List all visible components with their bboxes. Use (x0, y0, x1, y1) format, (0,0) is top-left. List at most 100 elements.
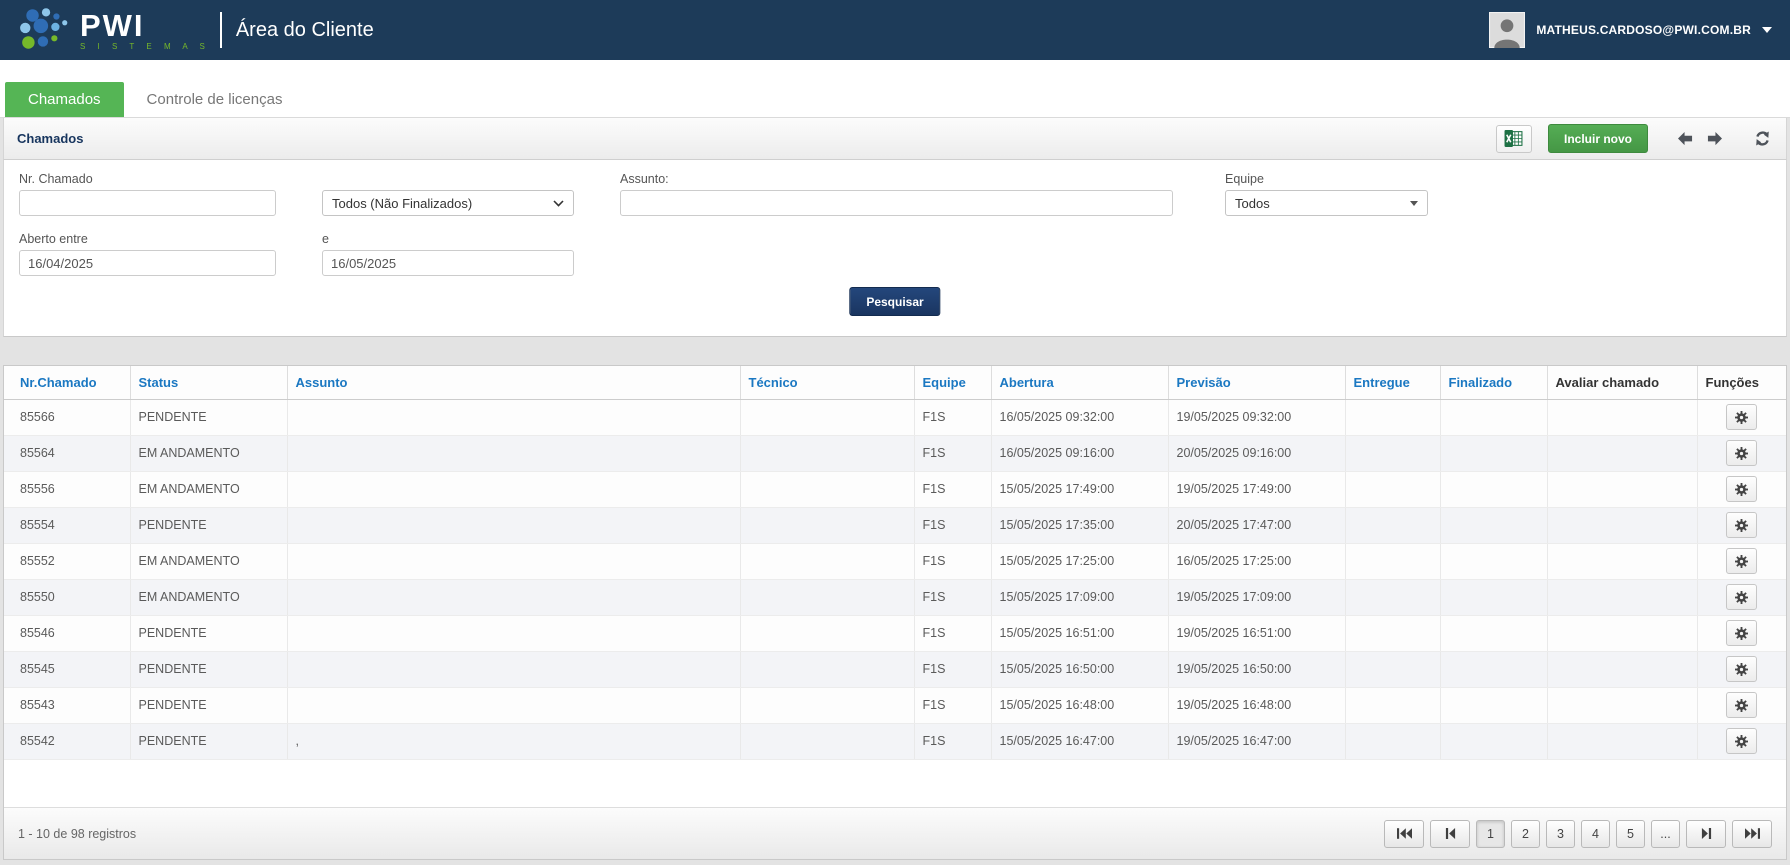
tab-chamados[interactable]: Chamados (5, 82, 124, 117)
cell-status: EM ANDAMENTO (130, 543, 287, 579)
table-row[interactable]: 85543 PENDENTE F1S 15/05/2025 16:48:00 1… (4, 687, 1786, 723)
last-page-button[interactable] (1732, 820, 1772, 848)
e-label: e (322, 232, 329, 246)
table-row[interactable]: 85554 PENDENTE F1S 15/05/2025 17:35:00 2… (4, 507, 1786, 543)
cell-status: PENDENTE (130, 615, 287, 651)
cell-assunto (287, 615, 740, 651)
cell-funcoes (1697, 651, 1786, 687)
functions-button[interactable] (1726, 692, 1757, 718)
data-inicio-input[interactable] (19, 250, 276, 276)
ellipsis-page-button[interactable]: ... (1651, 820, 1680, 848)
col-header-equipe[interactable]: Equipe (914, 366, 991, 399)
col-header-tecnico[interactable]: Técnico (740, 366, 914, 399)
functions-button[interactable] (1726, 548, 1757, 574)
page-button-3[interactable]: 3 (1546, 820, 1575, 848)
first-page-button[interactable] (1384, 820, 1424, 848)
table-row[interactable]: 85556 EM ANDAMENTO F1S 15/05/2025 17:49:… (4, 471, 1786, 507)
table-row[interactable]: 85550 EM ANDAMENTO F1S 15/05/2025 17:09:… (4, 579, 1786, 615)
assunto-input[interactable] (620, 190, 1173, 216)
table-row[interactable]: 85546 PENDENTE F1S 15/05/2025 16:51:00 1… (4, 615, 1786, 651)
functions-button[interactable] (1726, 404, 1757, 430)
nav-back-button[interactable] (1674, 129, 1697, 148)
refresh-button[interactable] (1752, 128, 1773, 149)
avatar (1489, 12, 1525, 48)
cell-abertura: 15/05/2025 16:47:00 (991, 723, 1168, 759)
cell-avaliar-chamado (1547, 507, 1697, 543)
table-row[interactable]: 85542 PENDENTE , F1S 15/05/2025 16:47:00… (4, 723, 1786, 759)
col-header-previsao[interactable]: Previsão (1168, 366, 1345, 399)
cell-tecnico (740, 615, 914, 651)
functions-button[interactable] (1726, 512, 1757, 538)
cell-avaliar-chamado (1547, 399, 1697, 435)
table-row[interactable]: 85545 PENDENTE F1S 15/05/2025 16:50:00 1… (4, 651, 1786, 687)
functions-button[interactable] (1726, 728, 1757, 754)
cell-abertura: 15/05/2025 16:50:00 (991, 651, 1168, 687)
table-row[interactable]: 85564 EM ANDAMENTO F1S 16/05/2025 09:16:… (4, 435, 1786, 471)
pesquisar-button[interactable]: Pesquisar (849, 287, 940, 316)
export-excel-button[interactable] (1496, 125, 1532, 153)
cell-previsao: 19/05/2025 09:32:00 (1168, 399, 1345, 435)
col-header-status[interactable]: Status (130, 366, 287, 399)
page-button-4[interactable]: 4 (1581, 820, 1610, 848)
gear-icon (1735, 735, 1748, 748)
incluir-novo-button[interactable]: Incluir novo (1548, 124, 1648, 153)
cell-finalizado (1440, 723, 1547, 759)
gear-icon (1735, 411, 1748, 424)
equipe-select[interactable]: Todos (1225, 190, 1428, 216)
functions-button[interactable] (1726, 620, 1757, 646)
chevron-down-icon (553, 200, 564, 207)
equipe-label: Equipe (1225, 172, 1264, 186)
col-header-nr-chamado[interactable]: Nr.Chamado (4, 366, 130, 399)
data-fim-input[interactable] (322, 250, 574, 276)
table-row[interactable]: 85566 PENDENTE F1S 16/05/2025 09:32:00 1… (4, 399, 1786, 435)
cell-previsao: 20/05/2025 09:16:00 (1168, 435, 1345, 471)
table-footer: 1 - 10 de 98 registros 12345... (4, 807, 1786, 859)
cell-finalizado (1440, 579, 1547, 615)
cell-status: PENDENTE (130, 687, 287, 723)
col-header-abertura[interactable]: Abertura (991, 366, 1168, 399)
cell-finalizado (1440, 615, 1547, 651)
cell-equipe: F1S (914, 687, 991, 723)
functions-button[interactable] (1726, 584, 1757, 610)
cell-equipe: F1S (914, 579, 991, 615)
user-menu[interactable]: MATHEUS.CARDOSO@PWI.COM.BR (1489, 12, 1772, 48)
cell-equipe: F1S (914, 399, 991, 435)
page-button-1[interactable]: 1 (1476, 820, 1505, 848)
nav-forward-button[interactable] (1703, 129, 1726, 148)
col-header-entregue[interactable]: Entregue (1345, 366, 1440, 399)
gear-icon (1735, 519, 1748, 532)
col-header-finalizado[interactable]: Finalizado (1440, 366, 1547, 399)
cell-finalizado (1440, 471, 1547, 507)
cell-funcoes (1697, 723, 1786, 759)
nr-chamado-input[interactable] (19, 190, 276, 216)
chamados-table: Nr.Chamado Status Assunto Técnico Equipe… (4, 366, 1786, 760)
cell-status: EM ANDAMENTO (130, 471, 287, 507)
col-header-assunto[interactable]: Assunto (287, 366, 740, 399)
cell-status: PENDENTE (130, 507, 287, 543)
toolbar-actions: Incluir novo (1496, 124, 1773, 153)
cell-entregue (1345, 507, 1440, 543)
cell-nr-chamado: 85552 (4, 543, 130, 579)
cell-abertura: 15/05/2025 17:09:00 (991, 579, 1168, 615)
functions-button[interactable] (1726, 656, 1757, 682)
cell-funcoes (1697, 579, 1786, 615)
functions-button[interactable] (1726, 440, 1757, 466)
cell-funcoes (1697, 399, 1786, 435)
status-filter-select[interactable]: Todos (Não Finalizados) (322, 190, 574, 216)
page-button-5[interactable]: 5 (1616, 820, 1645, 848)
cell-nr-chamado: 85564 (4, 435, 130, 471)
pagination: 12345... (1384, 820, 1772, 848)
cell-avaliar-chamado (1547, 615, 1697, 651)
next-page-button[interactable] (1686, 820, 1726, 848)
cell-status: PENDENTE (130, 399, 287, 435)
functions-button[interactable] (1726, 476, 1757, 502)
next-page-icon (1700, 828, 1713, 839)
page-button-2[interactable]: 2 (1511, 820, 1540, 848)
pwi-logo-dots-icon (18, 7, 72, 53)
cell-assunto (287, 507, 740, 543)
tab-controle-de-licencas[interactable]: Controle de licenças (124, 82, 306, 117)
table-row[interactable]: 85552 EM ANDAMENTO F1S 15/05/2025 17:25:… (4, 543, 1786, 579)
page-title: Área do Cliente (236, 19, 374, 42)
prev-page-button[interactable] (1430, 820, 1470, 848)
cell-assunto (287, 687, 740, 723)
